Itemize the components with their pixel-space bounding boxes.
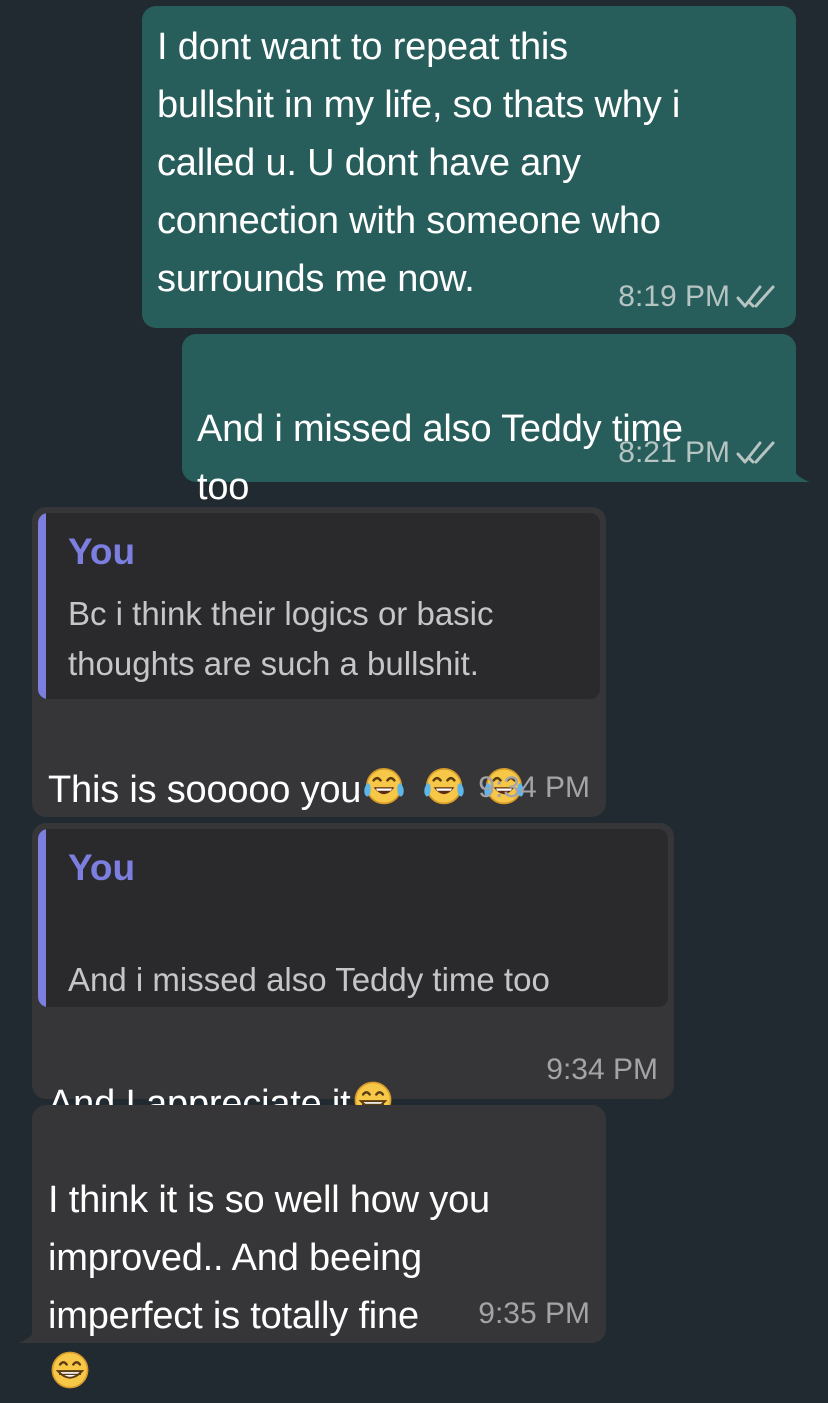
message-meta: 9:34 PM [546, 1053, 658, 1087]
message-time: 9:34 PM [478, 771, 590, 804]
message-text-content: And i missed also Teddy time too [197, 408, 683, 508]
tears-of-joy-icon [361, 762, 407, 808]
message-meta: 9:34 PM [478, 771, 590, 805]
message-text: This is sooooo you [48, 703, 527, 819]
quoted-message[interactable]: You Bc i think their logics or basic tho… [38, 513, 600, 699]
message-bubble-outgoing[interactable]: And i missed also Teddy time too 8:21 PM [182, 334, 810, 482]
message-bubble-incoming[interactable]: You And i missed also Teddy time too And… [32, 823, 674, 1125]
grinning-face-icon [48, 1348, 92, 1392]
bubble-tail [18, 1319, 40, 1343]
message-text-content: This is sooooo you [48, 769, 362, 811]
bubble-tail [788, 458, 810, 482]
quote-accent-bar [38, 513, 46, 699]
message-time: 8:21 PM [618, 436, 730, 469]
message-time: 9:35 PM [478, 1297, 590, 1330]
message-bubble-incoming[interactable]: I think it is so well how you improved..… [18, 1105, 606, 1343]
message-time: 9:34 PM [546, 1053, 658, 1086]
message-meta: 9:35 PM [478, 1297, 590, 1331]
message-text: I dont want to repeat this bullshit in m… [157, 26, 681, 300]
message-bubble-outgoing[interactable]: I dont want to repeat this bullshit in m… [142, 6, 796, 328]
quote-text: And i missed also Teddy time too [68, 905, 550, 1007]
message-text: I think it is so well how you improved..… [48, 1113, 490, 1403]
message-time: 8:19 PM [618, 280, 730, 313]
quote-text: Bc i think their logics or basic thought… [68, 595, 494, 682]
message-bubble-incoming[interactable]: You Bc i think their logics or basic tho… [32, 507, 606, 817]
quoted-message[interactable]: You And i missed also Teddy time too [38, 829, 668, 1007]
quote-author: You [68, 531, 136, 572]
message-meta: 8:21 PM [618, 436, 782, 470]
quote-text-content: And i missed also Teddy time too [68, 961, 550, 998]
message-text-content: I think it is so well how you improved..… [48, 1179, 490, 1337]
tears-of-joy-icon [421, 762, 467, 808]
double-check-icon [736, 439, 782, 467]
quote-accent-bar [38, 829, 46, 1007]
message-meta: 8:19 PM [618, 280, 782, 314]
quote-author: You [68, 847, 136, 888]
double-check-icon [736, 283, 782, 311]
